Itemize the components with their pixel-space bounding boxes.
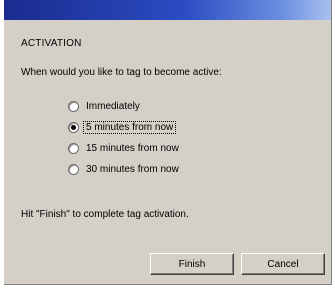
option-label: Immediately (86, 101, 140, 112)
option-label: 15 minutes from now (86, 143, 179, 154)
option-30-minutes[interactable]: 30 minutes from now (68, 159, 181, 180)
finish-button[interactable]: Finish (150, 253, 234, 275)
option-immediately[interactable]: Immediately (68, 96, 181, 117)
radio-icon[interactable] (68, 143, 79, 154)
cancel-button[interactable]: Cancel (241, 253, 325, 275)
radio-selected-icon[interactable] (68, 122, 79, 133)
radio-icon[interactable] (68, 164, 79, 175)
option-15-minutes[interactable]: 15 minutes from now (68, 138, 181, 159)
section-heading: ACTIVATION (21, 38, 82, 49)
option-label: 5 minutes from now (82, 121, 177, 134)
option-5-minutes[interactable]: 5 minutes from now (68, 117, 181, 138)
option-label: 30 minutes from now (86, 164, 179, 175)
activation-dialog: ACTIVATION When would you like to tag to… (4, 0, 332, 285)
instruction-text: Hit "Finish" to complete tag activation. (21, 209, 189, 220)
activation-time-options: Immediately 5 minutes from now 15 minute… (68, 96, 181, 180)
title-bar[interactable] (4, 0, 331, 20)
radio-icon[interactable] (68, 101, 79, 112)
activation-prompt: When would you like to tag to become act… (21, 67, 222, 78)
